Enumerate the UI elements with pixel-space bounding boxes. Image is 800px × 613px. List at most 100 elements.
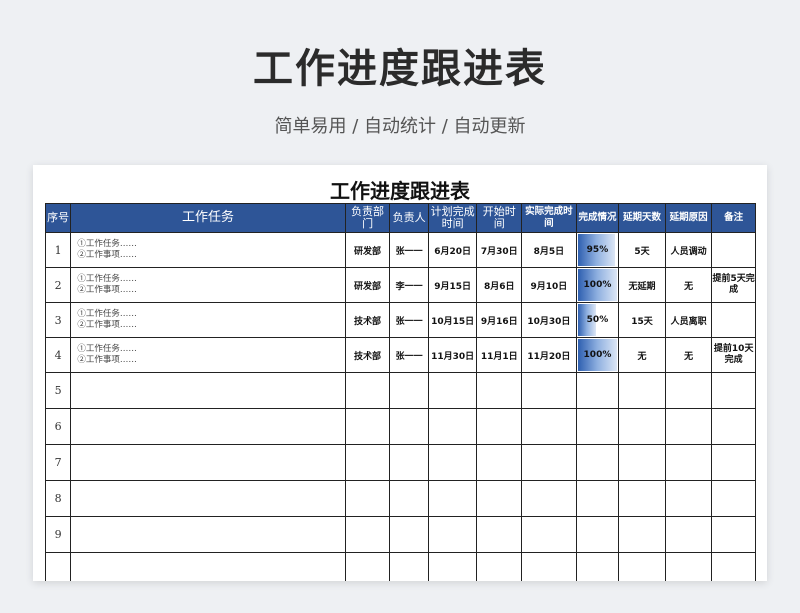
owner-cell[interactable]: 李一一: [389, 267, 429, 303]
plan-cell[interactable]: 11月30日: [427, 337, 478, 373]
empty-cell[interactable]: [70, 444, 346, 481]
actual-cell[interactable]: 10月30日: [521, 302, 577, 338]
empty-cell[interactable]: [711, 480, 756, 517]
empty-table-row[interactable]: 6: [44, 408, 756, 445]
empty-cell[interactable]: [476, 408, 522, 445]
table-row[interactable]: 3 ①工作任务…… ②工作事项…… 技术部 张一一 10月15日 9月16日 10…: [44, 302, 756, 338]
start-cell[interactable]: 7月30日: [476, 232, 522, 268]
empty-table-row[interactable]: 5: [44, 372, 756, 409]
owner-cell[interactable]: 张一一: [389, 232, 429, 268]
empty-table-row[interactable]: 7: [44, 444, 756, 481]
plan-cell[interactable]: 6月20日: [427, 232, 478, 268]
empty-cell[interactable]: [618, 552, 666, 581]
empty-cell[interactable]: [664, 552, 713, 581]
progress-cell[interactable]: 95%: [575, 232, 620, 268]
empty-cell[interactable]: [476, 480, 522, 517]
note-cell[interactable]: 提前5天完成: [711, 267, 756, 303]
empty-cell[interactable]: [70, 552, 346, 581]
empty-cell[interactable]: [664, 444, 713, 481]
note-cell[interactable]: 提前10天完成: [711, 337, 756, 373]
empty-cell[interactable]: [70, 480, 346, 517]
empty-table-row[interactable]: [44, 552, 756, 581]
empty-cell[interactable]: [711, 372, 756, 409]
delay-days-cell[interactable]: 15天: [618, 302, 666, 338]
empty-cell[interactable]: [344, 408, 391, 445]
table-row[interactable]: 4 ①工作任务…… ②工作事项…… 技术部 张一一 11月30日 11月1日 11…: [44, 337, 756, 373]
empty-cell[interactable]: [664, 372, 713, 409]
start-cell[interactable]: 11月1日: [476, 337, 522, 373]
start-cell[interactable]: 9月16日: [476, 302, 522, 338]
actual-cell[interactable]: 8月5日: [521, 232, 577, 268]
empty-cell[interactable]: [575, 372, 620, 409]
empty-cell[interactable]: [427, 516, 478, 553]
empty-cell[interactable]: [389, 480, 429, 517]
delay-days-cell[interactable]: 无延期: [618, 267, 666, 303]
empty-cell[interactable]: [618, 516, 666, 553]
empty-cell[interactable]: [711, 408, 756, 445]
empty-cell[interactable]: [344, 444, 391, 481]
actual-cell[interactable]: 11月20日: [521, 337, 577, 373]
empty-cell[interactable]: [389, 516, 429, 553]
empty-cell[interactable]: [344, 516, 391, 553]
owner-cell[interactable]: 张一一: [389, 337, 429, 373]
table-row[interactable]: 1 ①工作任务…… ②工作事项…… 研发部 张一一 6月20日 7月30日 8月5…: [44, 232, 756, 268]
empty-cell[interactable]: [618, 408, 666, 445]
dept-cell[interactable]: 技术部: [344, 302, 391, 338]
delay-reason-cell[interactable]: 人员离职: [664, 302, 713, 338]
delay-reason-cell[interactable]: 无: [664, 337, 713, 373]
empty-cell[interactable]: [521, 444, 577, 481]
empty-cell[interactable]: [427, 552, 478, 581]
empty-cell[interactable]: [664, 480, 713, 517]
actual-cell[interactable]: 9月10日: [521, 267, 577, 303]
empty-cell[interactable]: [389, 372, 429, 409]
empty-cell[interactable]: [344, 480, 391, 517]
empty-cell[interactable]: [70, 372, 346, 409]
empty-cell[interactable]: [427, 372, 478, 409]
empty-cell[interactable]: [476, 516, 522, 553]
note-cell[interactable]: [711, 232, 756, 268]
empty-cell[interactable]: [521, 408, 577, 445]
empty-cell[interactable]: [575, 552, 620, 581]
empty-cell[interactable]: [427, 408, 478, 445]
empty-cell[interactable]: [664, 408, 713, 445]
progress-cell[interactable]: 100%: [575, 337, 620, 373]
empty-cell[interactable]: [427, 444, 478, 481]
empty-cell[interactable]: [575, 480, 620, 517]
delay-days-cell[interactable]: 无: [618, 337, 666, 373]
empty-cell[interactable]: [711, 552, 756, 581]
start-cell[interactable]: 8月6日: [476, 267, 522, 303]
dept-cell[interactable]: 研发部: [344, 232, 391, 268]
empty-cell[interactable]: [476, 552, 522, 581]
empty-cell[interactable]: [711, 444, 756, 481]
empty-cell[interactable]: [618, 444, 666, 481]
empty-cell[interactable]: [70, 408, 346, 445]
empty-table-row[interactable]: 9: [44, 516, 756, 553]
note-cell[interactable]: [711, 302, 756, 338]
empty-cell[interactable]: [618, 480, 666, 517]
empty-cell[interactable]: [344, 372, 391, 409]
empty-cell[interactable]: [664, 516, 713, 553]
dept-cell[interactable]: 研发部: [344, 267, 391, 303]
dept-cell[interactable]: 技术部: [344, 337, 391, 373]
task-cell[interactable]: ①工作任务…… ②工作事项……: [70, 302, 346, 338]
empty-cell[interactable]: [70, 516, 346, 553]
task-cell[interactable]: ①工作任务…… ②工作事项……: [70, 267, 346, 303]
owner-cell[interactable]: 张一一: [389, 302, 429, 338]
plan-cell[interactable]: 9月15日: [427, 267, 478, 303]
empty-cell[interactable]: [575, 408, 620, 445]
empty-cell[interactable]: [711, 516, 756, 553]
empty-table-row[interactable]: 8: [44, 480, 756, 517]
plan-cell[interactable]: 10月15日: [427, 302, 478, 338]
empty-cell[interactable]: [427, 480, 478, 517]
empty-cell[interactable]: [521, 480, 577, 517]
empty-cell[interactable]: [575, 516, 620, 553]
task-cell[interactable]: ①工作任务…… ②工作事项……: [70, 337, 346, 373]
empty-cell[interactable]: [521, 372, 577, 409]
empty-cell[interactable]: [521, 552, 577, 581]
empty-cell[interactable]: [476, 372, 522, 409]
delay-reason-cell[interactable]: 无: [664, 267, 713, 303]
delay-reason-cell[interactable]: 人员调动: [664, 232, 713, 268]
table-row[interactable]: 2 ①工作任务…… ②工作事项…… 研发部 李一一 9月15日 8月6日 9月10…: [44, 267, 756, 303]
empty-cell[interactable]: [618, 372, 666, 409]
progress-cell[interactable]: 50%: [575, 302, 620, 338]
